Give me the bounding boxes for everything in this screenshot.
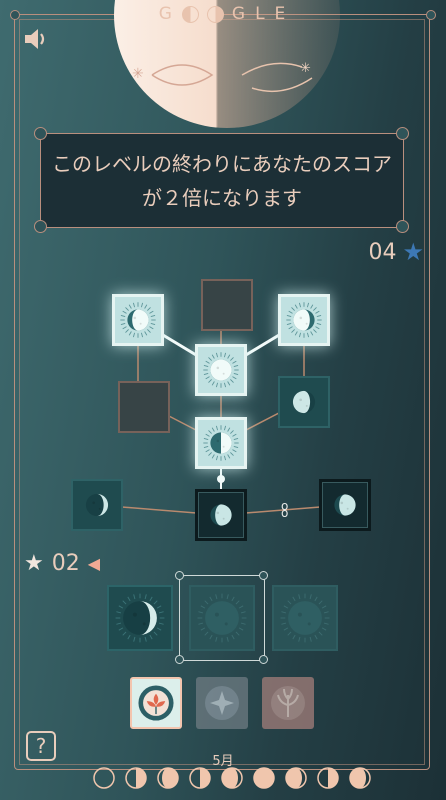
tile-waxing-crescent-dark[interactable] — [71, 479, 123, 531]
hand-tile-new-selected[interactable] — [189, 585, 255, 651]
tile-gibbous-black-center[interactable] — [195, 489, 247, 541]
level-value: 02 — [51, 551, 80, 576]
flower-power-button[interactable] — [130, 677, 182, 729]
plant-icon — [271, 686, 305, 720]
waning-gibbous-phase-icon — [221, 767, 243, 789]
star-icon — [205, 686, 239, 720]
new-moon-icon — [197, 593, 247, 643]
tile-full-moon-lit[interactable] — [195, 344, 247, 396]
new-moon-icon — [280, 593, 330, 643]
first-quarter-phase-icon — [189, 767, 211, 789]
selection-corner-dot — [175, 655, 184, 664]
star-icon: ★ — [24, 551, 44, 576]
level-indicator: ★ 02 ◀ — [24, 551, 100, 576]
arrow-left-icon[interactable]: ◀ — [88, 554, 100, 573]
moon-phase-track — [93, 767, 371, 789]
waxing-crescent-moon-icon — [115, 593, 165, 643]
waxing-gibbous-moon-icon — [210, 504, 232, 526]
hand-tile-crescent[interactable] — [107, 585, 173, 651]
tile-gibbous-black-right[interactable] — [319, 479, 371, 531]
tile-empty-top[interactable] — [201, 279, 253, 331]
full-moon-icon — [203, 352, 239, 388]
first-quarter-moon-icon — [203, 425, 239, 461]
first-quarter-phase-icon — [125, 767, 147, 789]
waning-gibbous-moon-icon — [286, 302, 322, 338]
tile-waning-gibbous-dark[interactable] — [278, 376, 330, 428]
waning-gibbous-phase-icon — [285, 767, 307, 789]
flower-icon — [138, 685, 174, 721]
tile-waxing-gibbous-lit[interactable] — [112, 294, 164, 346]
waxing-gibbous-moon-icon — [120, 302, 156, 338]
selection-corner-dot — [259, 571, 268, 580]
waxing-crescent-moon-icon — [85, 493, 109, 517]
hand-tile-new[interactable] — [272, 585, 338, 651]
tile-first-quarter-lit[interactable] — [195, 417, 247, 469]
selection-corner-dot — [175, 571, 184, 580]
tile-empty-left[interactable] — [118, 381, 170, 433]
plant-power-button[interactable] — [262, 677, 314, 729]
tile-waning-gibbous-lit[interactable] — [278, 294, 330, 346]
chain-link-icon: oo — [281, 499, 289, 520]
waning-gibbous-phase-icon — [349, 767, 371, 789]
waxing-gibbous-moon-icon — [334, 494, 356, 516]
full-phase-icon — [253, 767, 275, 789]
selection-corner-dot — [259, 655, 268, 664]
waning-gibbous-moon-icon — [292, 390, 316, 414]
star-power-button[interactable] — [196, 677, 248, 729]
new-phase-icon — [93, 767, 115, 789]
first-quarter-phase-icon — [317, 767, 339, 789]
waxing-gibbous-phase-icon — [157, 767, 179, 789]
